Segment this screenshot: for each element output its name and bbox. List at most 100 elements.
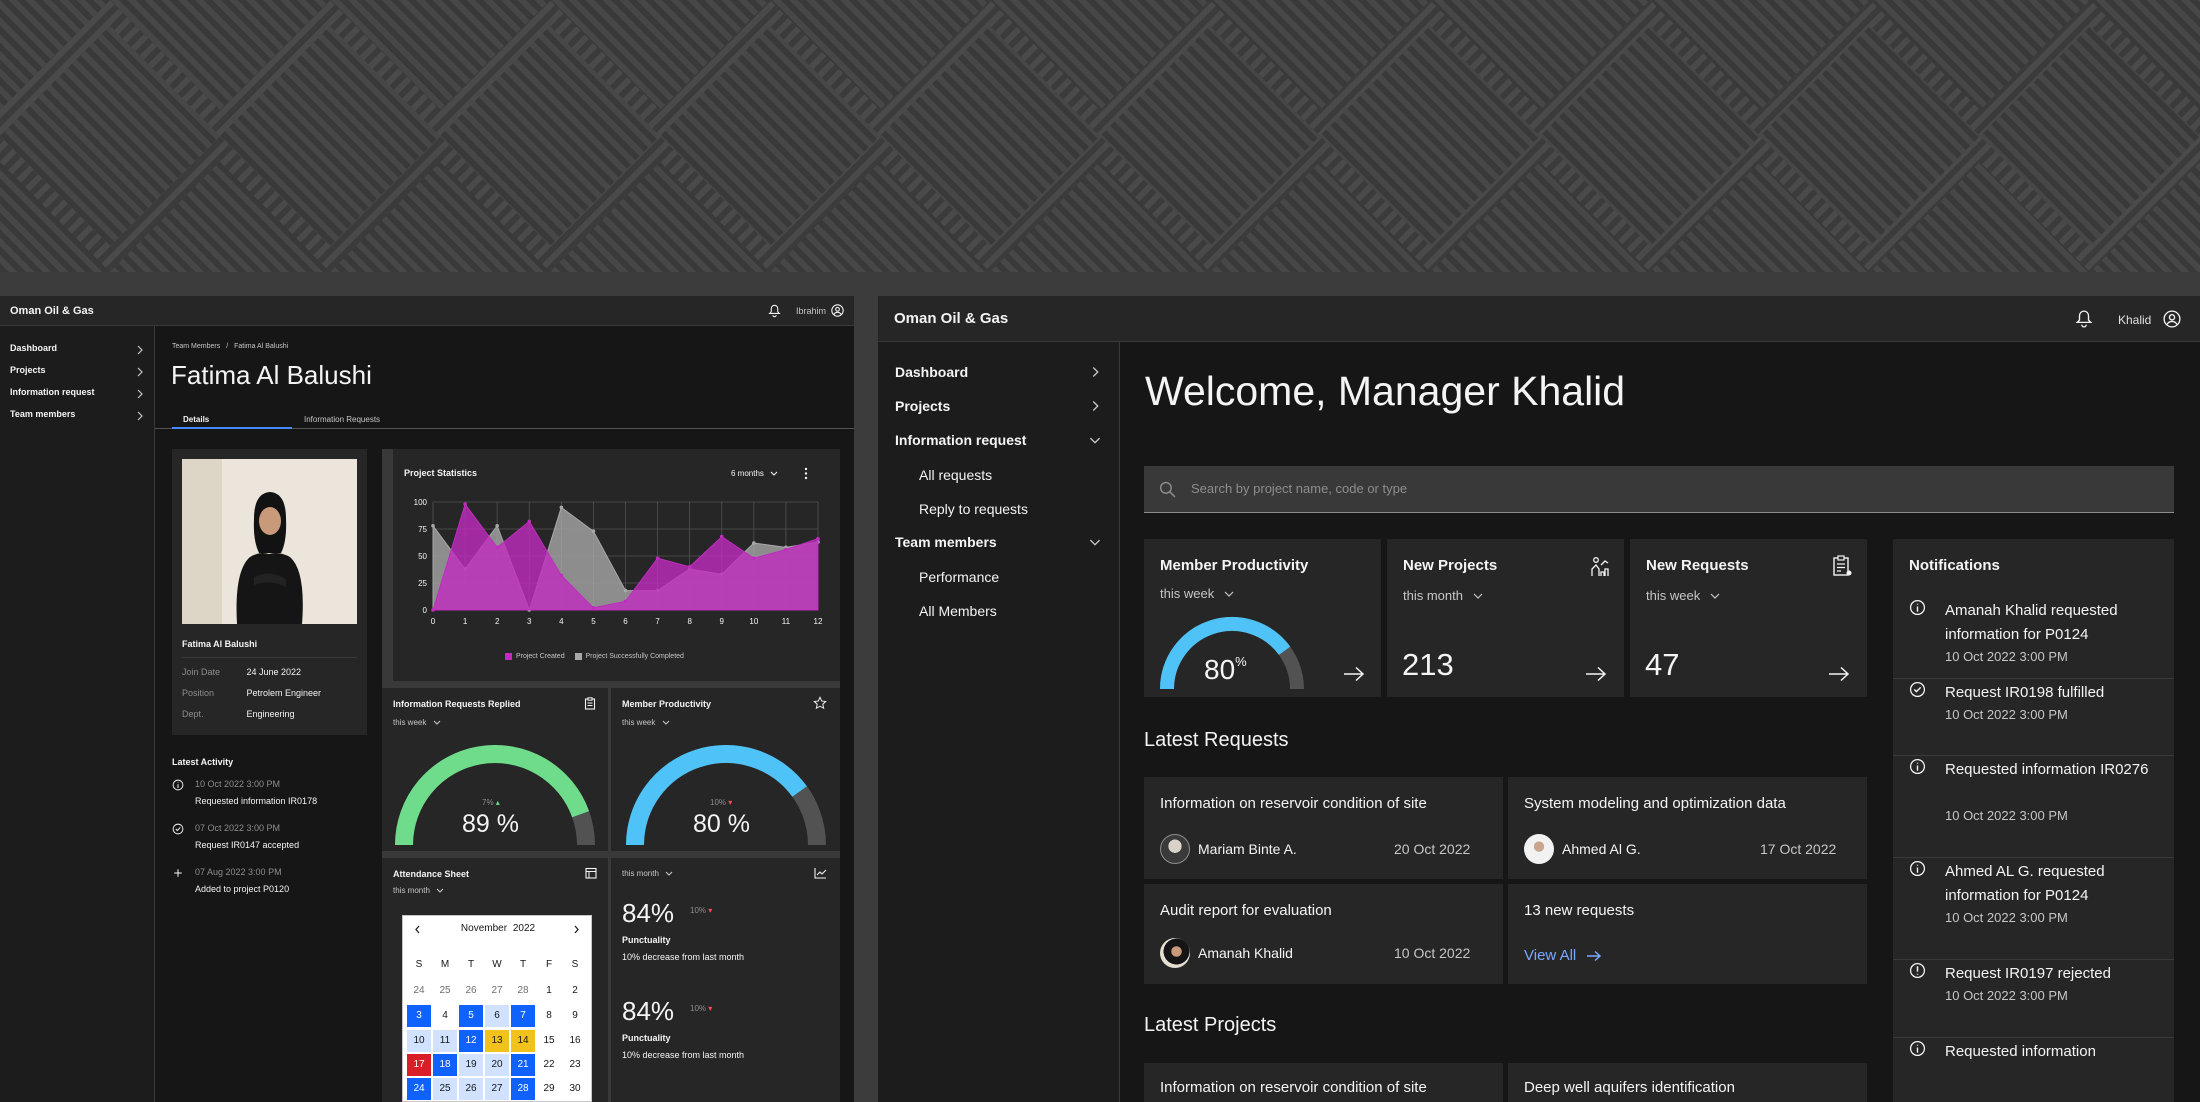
calendar-day[interactable]: 23 — [563, 1054, 587, 1076]
data-point[interactable] — [719, 534, 724, 539]
calendar-day[interactable]: 2 — [563, 980, 587, 1002]
user-name[interactable]: Khalid — [2118, 313, 2151, 327]
notification-icon[interactable] — [2075, 310, 2093, 328]
calendar-day[interactable]: 29 — [537, 1078, 561, 1100]
calendar-day[interactable]: 9 — [563, 1005, 587, 1027]
calendar-day[interactable]: 11 — [433, 1030, 457, 1052]
calendar-day[interactable]: 22 — [537, 1054, 561, 1076]
user-avatar-icon[interactable] — [2163, 310, 2181, 328]
overflow-menu-icon[interactable] — [804, 467, 808, 480]
period-dropdown[interactable]: this week — [1646, 588, 1720, 603]
calendar-day[interactable]: 1 — [537, 980, 561, 1002]
nav-item-dashboard[interactable]: Dashboard — [0, 340, 154, 360]
chevron-right-icon[interactable] — [573, 925, 580, 934]
calendar-day[interactable]: 25 — [433, 1078, 457, 1100]
data-point[interactable] — [527, 519, 532, 524]
arrow-right-icon[interactable] — [1828, 666, 1850, 682]
nav-item-information-request[interactable]: Information request — [878, 426, 1119, 454]
breadcrumb-root[interactable]: Team Members — [172, 343, 220, 350]
project-card[interactable]: Deep well aquifers identification — [1508, 1063, 1867, 1102]
period-dropdown[interactable]: this month — [393, 886, 444, 895]
notification-item[interactable]: Ahmed AL G. requested information for P0… — [1893, 858, 2174, 960]
data-point[interactable] — [655, 556, 660, 560]
search-bar[interactable]: Search by project name, code or type — [1144, 466, 2174, 513]
calendar-day[interactable]: 15 — [537, 1030, 561, 1052]
app-title[interactable]: Oman Oil & Gas — [10, 305, 94, 317]
calendar-day[interactable]: 20 — [485, 1054, 509, 1076]
calendar-day[interactable]: 26 — [459, 1078, 483, 1100]
data-point[interactable] — [463, 502, 467, 506]
calendar-day[interactable]: 28 — [511, 1078, 535, 1100]
calendar-day[interactable]: 5 — [459, 1005, 483, 1027]
tab-details[interactable]: Details — [172, 412, 292, 429]
calendar-day[interactable]: 10 — [407, 1030, 431, 1052]
calendar-day[interactable]: 30 — [563, 1078, 587, 1100]
tab-information-requests[interactable]: Information Requests — [292, 412, 422, 429]
notification-item[interactable]: Request IR0197 rejected 10 Oct 2022 3:00 … — [1893, 960, 2174, 1038]
data-point[interactable] — [752, 556, 756, 560]
nav-subitem-all-members[interactable]: All Members — [878, 596, 1119, 624]
calendar-day[interactable]: 19 — [459, 1054, 483, 1076]
calendar-day[interactable]: 18 — [433, 1054, 457, 1076]
calendar-day[interactable]: 24 — [407, 980, 431, 1002]
period-dropdown[interactable]: this week — [1160, 586, 1234, 601]
calendar-day[interactable]: 21 — [511, 1054, 535, 1076]
calendar-day[interactable]: 27 — [485, 1078, 509, 1100]
nav-item-team-members[interactable]: Team members — [0, 406, 154, 426]
request-card[interactable]: Information on reservoir condition of si… — [1144, 777, 1503, 879]
data-point[interactable] — [623, 599, 628, 604]
app-title[interactable]: Oman Oil & Gas — [894, 310, 1008, 327]
data-point[interactable] — [816, 536, 820, 541]
calendar-day[interactable]: 12 — [459, 1030, 483, 1052]
calendar-day[interactable]: 27 — [485, 980, 509, 1002]
trend-chart-icon[interactable] — [814, 867, 827, 879]
project-card[interactable]: Information on reservoir condition of si… — [1144, 1063, 1503, 1102]
kpi-new-requests[interactable]: New Requests this week 47 — [1630, 539, 1867, 697]
calendar-day[interactable]: 16 — [563, 1030, 587, 1052]
nav-item-projects[interactable]: Projects — [0, 362, 154, 382]
user-avatar-icon[interactable] — [831, 304, 844, 317]
data-point[interactable] — [623, 588, 628, 593]
notification-item[interactable]: Request IR0198 fulfilled 10 Oct 2022 3:00… — [1893, 679, 2174, 756]
calendar-day[interactable]: 26 — [459, 980, 483, 1002]
calendar-day[interactable]: 3 — [407, 1005, 431, 1027]
data-point[interactable] — [591, 529, 596, 533]
data-point[interactable] — [591, 606, 596, 610]
data-point[interactable] — [784, 547, 788, 552]
notification-item[interactable]: Amanah Khalid requested information for … — [1893, 597, 2174, 679]
data-point[interactable] — [752, 541, 756, 545]
kpi-member-productivity[interactable]: Member Productivity this week 80% — [1144, 539, 1381, 697]
period-dropdown[interactable]: this week — [622, 718, 670, 727]
nav-item-information-request[interactable]: Information request — [0, 384, 154, 404]
chevron-left-icon[interactable] — [414, 925, 421, 934]
star-icon[interactable] — [813, 696, 827, 710]
nav-subitem-reply-requests[interactable]: Reply to requests — [878, 494, 1119, 522]
user-name[interactable]: Ibrahim — [796, 306, 826, 316]
data-point[interactable] — [495, 523, 499, 528]
calendar-day[interactable]: 28 — [511, 980, 535, 1002]
calendar-day[interactable]: 24 — [407, 1078, 431, 1100]
calendar-day[interactable]: 7 — [511, 1005, 535, 1027]
notification-item[interactable]: Requested information — [1893, 1038, 2174, 1102]
calendar-day[interactable]: 25 — [433, 980, 457, 1002]
nav-subitem-all-requests[interactable]: All requests — [878, 460, 1119, 488]
nav-item-team-members[interactable]: Team members — [878, 528, 1119, 556]
view-all-link[interactable]: View All — [1524, 947, 1602, 964]
nav-item-dashboard[interactable]: Dashboard — [878, 358, 1119, 386]
calendar-day[interactable]: 4 — [433, 1005, 457, 1027]
data-point[interactable] — [431, 523, 435, 528]
data-point[interactable] — [687, 565, 692, 569]
calendar-day[interactable]: 8 — [537, 1005, 561, 1027]
notification-item[interactable]: Requested information IR0276 10 Oct 2022 … — [1893, 756, 2174, 858]
calendar-day[interactable]: 13 — [485, 1030, 509, 1052]
arrow-right-icon[interactable] — [1343, 666, 1365, 682]
request-card[interactable]: System modeling and optimization data Ah… — [1508, 777, 1867, 879]
arrow-right-icon[interactable] — [1585, 666, 1607, 682]
data-point[interactable] — [431, 608, 435, 612]
nav-subitem-performance[interactable]: Performance — [878, 562, 1119, 590]
calendar-day[interactable]: 14 — [511, 1030, 535, 1052]
data-point[interactable] — [559, 505, 564, 510]
notification-icon[interactable] — [768, 304, 781, 318]
data-point[interactable] — [559, 573, 564, 578]
period-dropdown[interactable]: this month — [1403, 588, 1483, 603]
